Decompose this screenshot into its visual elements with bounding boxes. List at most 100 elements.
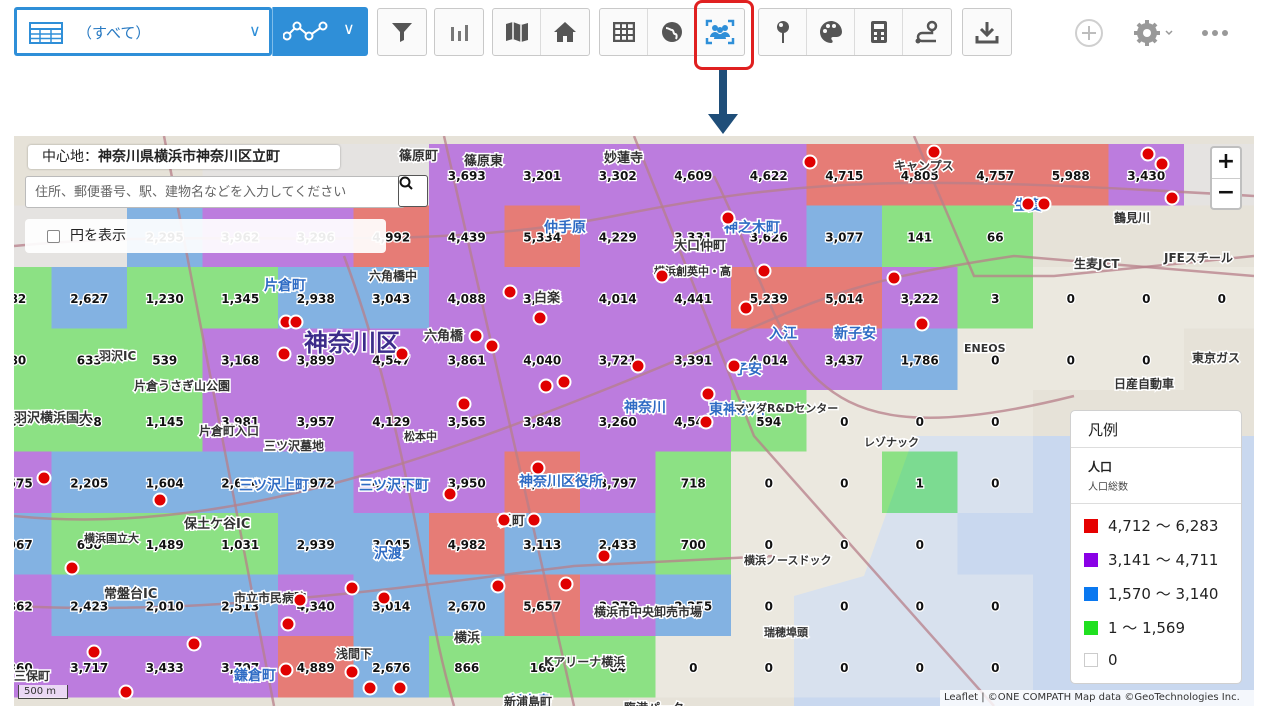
globe-button[interactable] <box>648 9 696 55</box>
pin-button[interactable] <box>759 9 807 55</box>
legend-label: 0 <box>1108 651 1118 669</box>
place-label: 三保町 <box>14 668 50 683</box>
toolbar: （すべて） ∨ ∨ <box>0 0 1264 70</box>
population-value: 0 <box>765 538 773 552</box>
population-value: 866 <box>454 661 479 675</box>
route-button[interactable] <box>903 9 951 55</box>
population-value: 2,205 <box>70 476 108 490</box>
population-value: 2,939 <box>297 538 335 552</box>
place-label: 羽沢横浜国大 <box>14 410 92 426</box>
map-button[interactable] <box>493 9 541 55</box>
population-value: 0 <box>991 476 999 490</box>
more-icon[interactable] <box>1200 28 1230 38</box>
legend: 凡例 人口 人口総数 4,712 ～ 6,283 3,141 ～ 4,711 1,5… <box>1070 410 1242 684</box>
pin-icon <box>776 21 789 43</box>
marker-dot <box>344 664 360 680</box>
search-button[interactable] <box>398 175 428 207</box>
marker-dot <box>288 314 304 330</box>
place-label: 片倉町 <box>264 277 306 294</box>
grid-button[interactable] <box>600 9 648 55</box>
filter-group <box>377 8 427 56</box>
gear-icon[interactable] <box>1134 20 1174 46</box>
legend-swatch <box>1084 653 1098 667</box>
bar-chart-button[interactable] <box>435 9 483 55</box>
marker-dot <box>1036 196 1052 212</box>
line-network-icon <box>283 21 328 41</box>
home-button[interactable] <box>541 9 589 55</box>
marker-dot <box>502 284 518 300</box>
population-value: 3,260 <box>599 415 637 429</box>
population-value: 3,433 <box>146 661 184 675</box>
population-value: 3,437 <box>825 353 863 367</box>
search-icon <box>399 176 413 190</box>
population-value: 0 <box>840 415 848 429</box>
marker-dot <box>556 374 572 390</box>
legend-label: 1 ～ 1,569 <box>1108 619 1186 637</box>
place-label: レゾナック <box>864 435 919 449</box>
chart-type-select[interactable]: ∨ <box>272 7 368 56</box>
marker-dot <box>64 560 80 576</box>
population-value: 4,889 <box>297 661 335 675</box>
marker-dot <box>186 636 202 652</box>
circle-toggle-panel: 円を表示 <box>25 219 386 253</box>
place-label: 常盤台IC <box>104 586 157 602</box>
population-value: 4,757 <box>976 169 1014 183</box>
filter-button[interactable] <box>378 9 426 55</box>
legend-label: 4,712 ～ 6,283 <box>1108 517 1219 535</box>
marker-dot <box>700 386 716 402</box>
population-value: 3,077 <box>825 230 863 244</box>
marker-dot <box>362 680 378 696</box>
calculator-button[interactable] <box>855 9 903 55</box>
marker-dot <box>456 396 472 412</box>
population-value: 5,657 <box>523 599 561 613</box>
zoom-in-button[interactable]: + <box>1212 148 1240 178</box>
population-value: 66 <box>987 230 1004 244</box>
marker-dot <box>392 680 408 696</box>
place-label: 沢渡 <box>374 545 403 562</box>
calculator-icon <box>870 21 887 43</box>
population-value: 1,345 <box>221 292 259 306</box>
legend-subtitle: 人口 <box>1088 460 1113 474</box>
zoom-out-button[interactable]: − <box>1212 178 1240 208</box>
download-icon <box>975 22 999 44</box>
population-value: 1,031 <box>221 538 259 552</box>
population-value: 539 <box>152 353 177 367</box>
search-input[interactable] <box>29 180 364 205</box>
marker-dot <box>468 328 484 344</box>
map-view[interactable]: 3,693 3,201 3,302 4,609 4,622 4,715 4,805 4,757… <box>14 136 1254 706</box>
place-label: 松本中 <box>404 429 437 443</box>
population-value: 2,627 <box>70 292 108 306</box>
plus-icon[interactable] <box>1074 18 1104 48</box>
population-value: 0 <box>916 599 924 613</box>
home-icon <box>554 22 576 42</box>
download-button[interactable] <box>963 9 1011 55</box>
population-value: 4,982 <box>448 538 486 552</box>
place-label: 鎌倉町 <box>233 667 276 684</box>
table-icon <box>29 22 63 44</box>
population-value: 5,988 <box>1052 169 1090 183</box>
population-value: 280 <box>14 353 26 367</box>
palette-button[interactable] <box>807 9 855 55</box>
legend-label: 1,570 ～ 3,140 <box>1108 585 1219 603</box>
population-value: 3,391 <box>674 353 712 367</box>
population-value: 4,441 <box>674 292 712 306</box>
population-value: 0 <box>765 476 773 490</box>
globe-icon <box>661 22 682 42</box>
center-label-prefix: 中心地： <box>42 149 98 165</box>
population-value: 4,129 <box>372 415 410 429</box>
marker-dot <box>1154 156 1170 172</box>
legend-swatch <box>1084 553 1098 567</box>
palette-icon <box>819 21 842 43</box>
marker-dot <box>558 576 574 592</box>
marker-dot <box>698 414 714 430</box>
legend-item: 4,712 ～ 6,283 <box>1084 515 1218 536</box>
view-select[interactable]: （すべて） ∨ <box>14 7 272 56</box>
population-value: 3,693 <box>448 169 486 183</box>
place-label: 六角橋 <box>424 328 464 344</box>
chevron-down-icon: ∨ <box>249 21 261 40</box>
population-value: 3,861 <box>448 353 486 367</box>
circle-checkbox[interactable] <box>47 230 60 243</box>
route-icon <box>915 20 938 44</box>
legend-swatch <box>1084 519 1098 533</box>
marker-dot <box>538 378 554 394</box>
